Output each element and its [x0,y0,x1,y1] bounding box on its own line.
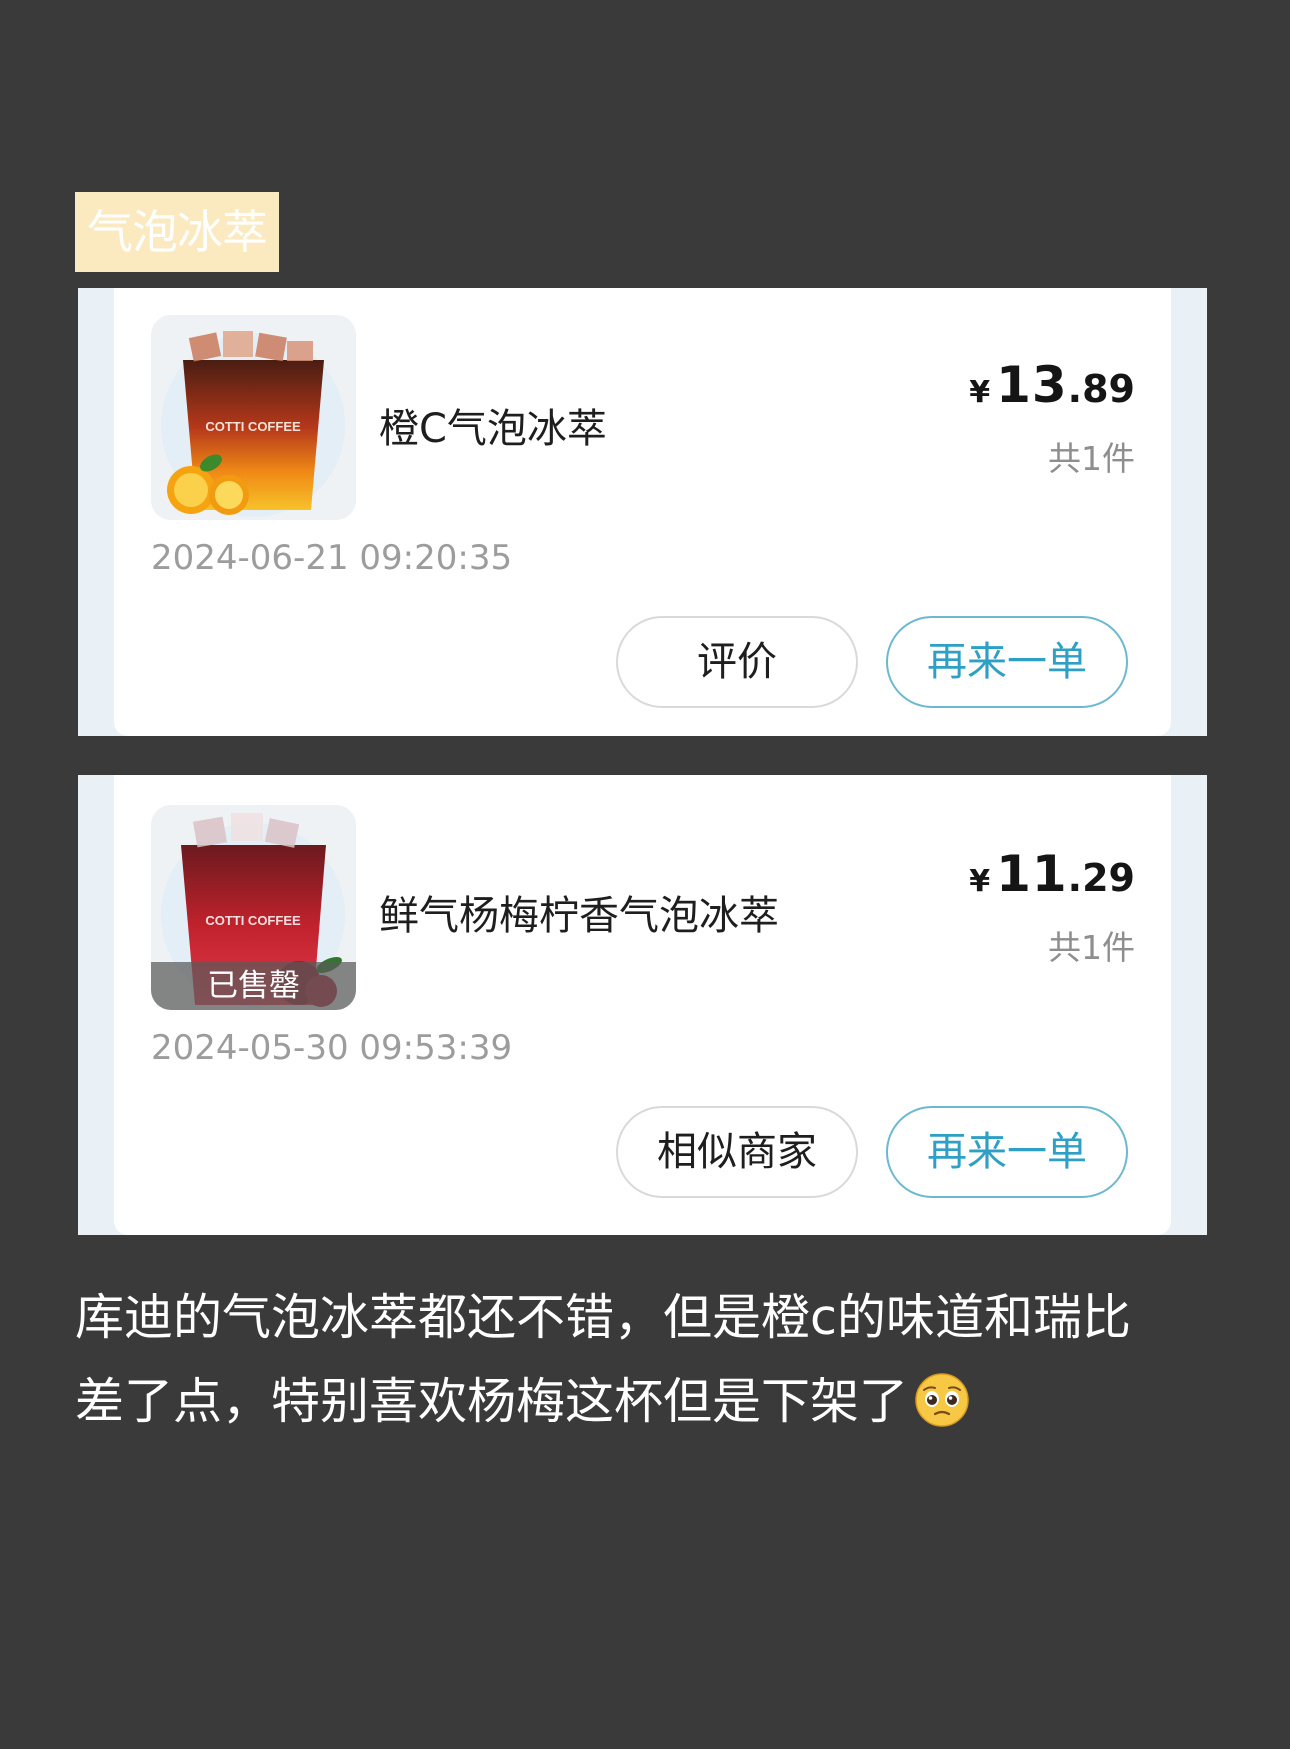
comment-line-2-text: 差了点，特别喜欢杨梅这杯但是下架了 [75,1373,909,1430]
order-datetime: 2024-06-21 09:20:35 [151,538,513,578]
item-count: 共1件 [1048,928,1135,967]
product-image-orange-c[interactable]: COTTI COFFEE [151,315,356,520]
item-count: 共1件 [1048,439,1135,478]
post-page: 气泡冰萃 COTTI COFFEE 橙C气泡冰萃 ¥ 13.89 共1件 202… [0,0,1290,1749]
brand-text: COTTI COFFEE [205,913,301,928]
order-card-frame: COTTI COFFEE 已售罄 鲜气杨梅柠香气泡冰萃 ¥11.29 共1件 2… [78,775,1207,1235]
currency-symbol: ¥ [969,375,991,410]
section-title: 气泡冰萃 [75,192,279,272]
order-price: ¥13.89 [969,356,1135,414]
product-name: 鲜气杨梅柠香气泡冰萃 [379,893,779,939]
order-card: COTTI COFFEE 橙C气泡冰萃 ¥13.89 共1件 2024-06-2… [114,288,1171,736]
pleading-face-icon [915,1373,969,1427]
price-decimal: .89 [1067,367,1135,411]
sold-out-badge: 已售罄 [151,962,356,1010]
order-datetime: 2024-05-30 09:53:39 [151,1028,513,1068]
price-integer: 11 [996,845,1068,903]
order-card-frame: COTTI COFFEE 橙C气泡冰萃 ¥13.89 共1件 2024-06-2… [78,288,1207,736]
post-comment: 库迪的气泡冰萃都还不错，但是橙c的味道和瑞比 差了点，特别喜欢杨梅这杯但是下架了 [75,1276,1225,1444]
review-button[interactable]: 评价 [616,616,858,708]
similar-merchants-button[interactable]: 相似商家 [616,1106,858,1198]
reorder-button[interactable]: 再来一单 [886,616,1128,708]
price-decimal: .29 [1067,856,1135,900]
brand-text: COTTI COFFEE [205,419,301,434]
comment-line-1: 库迪的气泡冰萃都还不错，但是橙c的味道和瑞比 [75,1289,1131,1346]
order-price: ¥11.29 [969,845,1135,903]
comment-line-2: 差了点，特别喜欢杨梅这杯但是下架了 [75,1360,1225,1444]
product-name: 橙C气泡冰萃 [379,406,607,452]
currency-symbol: ¥ [969,864,991,899]
order-card: COTTI COFFEE 已售罄 鲜气杨梅柠香气泡冰萃 ¥11.29 共1件 2… [114,775,1171,1235]
product-image-bayberry[interactable]: COTTI COFFEE 已售罄 [151,805,356,1010]
orange-drink-image: COTTI COFFEE [151,315,356,520]
price-integer: 13 [996,356,1068,414]
reorder-button[interactable]: 再来一单 [886,1106,1128,1198]
